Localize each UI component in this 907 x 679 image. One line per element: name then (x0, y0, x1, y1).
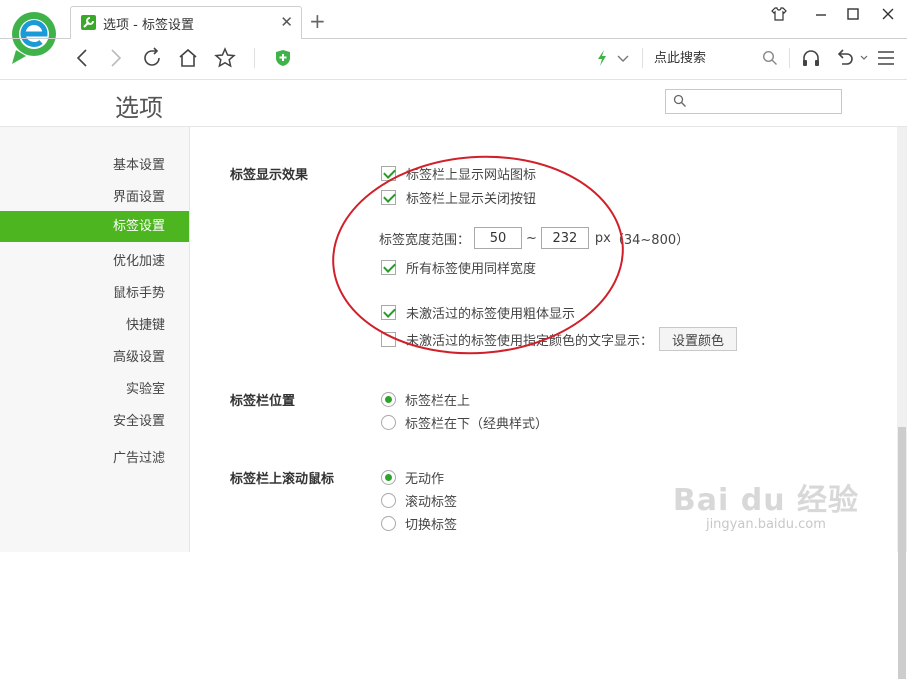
scroll-none-radio[interactable] (381, 470, 396, 485)
toolbar-divider (789, 48, 790, 68)
switch-tabs-radio[interactable] (381, 516, 396, 531)
sidebar-item-advanced[interactable]: 高级设置 (113, 346, 165, 365)
page-title: 选项 (115, 94, 163, 122)
option-label: 未激活过的标签使用粗体显示 (406, 307, 576, 322)
watermark-main: Bai du 经验 (672, 483, 859, 518)
option-same-width[interactable]: 所有标签使用同样宽度 (381, 258, 536, 277)
sidebar-item-interface[interactable]: 界面设置 (113, 186, 165, 205)
options-search-box[interactable] (665, 89, 842, 114)
option-tab-bar-bottom[interactable]: 标签栏在下（经典样式） (381, 413, 548, 432)
home-button[interactable] (174, 44, 202, 72)
chevron-down-icon[interactable] (609, 44, 637, 72)
option-label: 未激活过的标签使用指定颜色的文字显示： (406, 333, 654, 349)
option-color-inactive: 未激活过的标签使用指定颜色的文字显示： 设置颜色 (381, 327, 738, 351)
width-hint-label: （34~800） (610, 232, 690, 248)
sidebar-item-tabs[interactable]: 标签设置 (0, 211, 189, 242)
color-inactive-checkbox[interactable] (381, 331, 396, 347)
same-width-checkbox[interactable] (381, 260, 396, 275)
tilde-label: ~ (526, 230, 537, 246)
options-header: 选项 (0, 80, 907, 127)
option-label: 所有标签使用同样宽度 (406, 262, 537, 277)
options-search-input[interactable] (690, 92, 835, 111)
close-icon[interactable]: ✕ (280, 13, 293, 31)
sidebar-item-mouse-gestures[interactable]: 鼠标手势 (113, 282, 165, 301)
watermark: Bai du 经验 jingyan.baidu.com (673, 475, 859, 532)
window-close-button[interactable] (873, 6, 903, 30)
section-label-tab-scroll: 标签栏上滚动鼠标 (230, 472, 335, 487)
sidebar-item-shortcuts[interactable]: 快捷键 (126, 314, 165, 333)
new-tab-button[interactable]: + (309, 9, 326, 33)
wrench-icon (81, 15, 96, 30)
option-label: 标签栏在上 (405, 394, 471, 409)
search-icon (673, 94, 686, 107)
option-label: 标签栏上显示关闭按钮 (406, 192, 537, 207)
back-button[interactable] (68, 44, 96, 72)
width-unit-label: px (594, 230, 611, 246)
option-show-close-button[interactable]: 标签栏上显示关闭按钮 (381, 188, 536, 207)
set-color-button[interactable]: 设置颜色 (659, 327, 738, 351)
search-engine-label[interactable]: 点此搜索 (654, 47, 706, 66)
sidebar-item-lab[interactable]: 实验室 (126, 378, 165, 397)
headphones-icon[interactable] (797, 44, 825, 72)
show-site-icon-checkbox[interactable] (381, 166, 396, 181)
tab-options[interactable]: 选项 - 标签设置 ✕ (70, 6, 302, 39)
browser-chrome: 选项 - 标签设置 ✕ + 点此搜索 (0, 0, 907, 80)
shield-icon[interactable] (269, 44, 297, 72)
tab-bar-top-radio[interactable] (381, 392, 396, 407)
maximize-button[interactable] (838, 6, 868, 30)
tab-width-max-input[interactable] (540, 227, 589, 249)
forward-button[interactable] (102, 44, 130, 72)
tab-bar-bottom-radio[interactable] (381, 415, 396, 430)
sidebar-item-basic[interactable]: 基本设置 (113, 154, 165, 173)
favorite-star-button[interactable] (211, 44, 239, 72)
page-scrollbar[interactable] (897, 127, 907, 679)
section-label-tab-position: 标签栏位置 (230, 394, 296, 409)
refresh-button[interactable] (138, 44, 166, 72)
scrollbar-thumb[interactable] (898, 427, 906, 679)
option-scroll-none[interactable]: 无动作 (381, 468, 444, 487)
scroll-tabs-radio[interactable] (381, 493, 396, 508)
option-scroll-tabs[interactable]: 滚动标签 (381, 491, 457, 510)
options-sidebar: 基本设置 界面设置 标签设置 优化加速 鼠标手势 快捷键 高级设置 实验室 安全… (0, 127, 190, 552)
option-label: 切换标签 (405, 518, 458, 533)
option-switch-tabs[interactable]: 切换标签 (381, 514, 457, 533)
sidebar-item-ad-filter[interactable]: 广告过滤 (113, 447, 165, 466)
tab-width-min-input[interactable] (474, 227, 523, 249)
skin-icon[interactable] (764, 6, 794, 30)
option-label: 无动作 (405, 472, 445, 487)
bold-inactive-checkbox[interactable] (381, 305, 396, 320)
option-label: 滚动标签 (405, 495, 458, 510)
section-label-tab-display: 标签显示效果 (230, 168, 309, 183)
option-tab-bar-top[interactable]: 标签栏在上 (381, 390, 470, 409)
tab-title: 选项 - 标签设置 (103, 18, 194, 33)
tab-width-range-row: 标签宽度范围： ~ px （34~800） (379, 227, 689, 249)
sidebar-item-optimize[interactable]: 优化加速 (113, 250, 165, 269)
watermark-sub: jingyan.baidu.com (705, 517, 826, 532)
search-icon[interactable] (756, 44, 784, 72)
option-label: 标签栏在下（经典样式） (405, 417, 549, 432)
option-show-site-icon[interactable]: 标签栏上显示网站图标 (381, 164, 536, 183)
menu-icon[interactable] (872, 44, 900, 72)
toolbar-divider (254, 48, 255, 68)
option-label: 标签栏上显示网站图标 (406, 168, 537, 183)
minimize-button[interactable] (806, 6, 836, 30)
option-bold-inactive[interactable]: 未激活过的标签使用粗体显示 (381, 303, 575, 322)
show-close-button-checkbox[interactable] (381, 190, 396, 205)
width-range-label: 标签宽度范围： (379, 232, 471, 248)
toolbar-divider (642, 48, 643, 68)
sidebar-item-security[interactable]: 安全设置 (113, 410, 165, 429)
